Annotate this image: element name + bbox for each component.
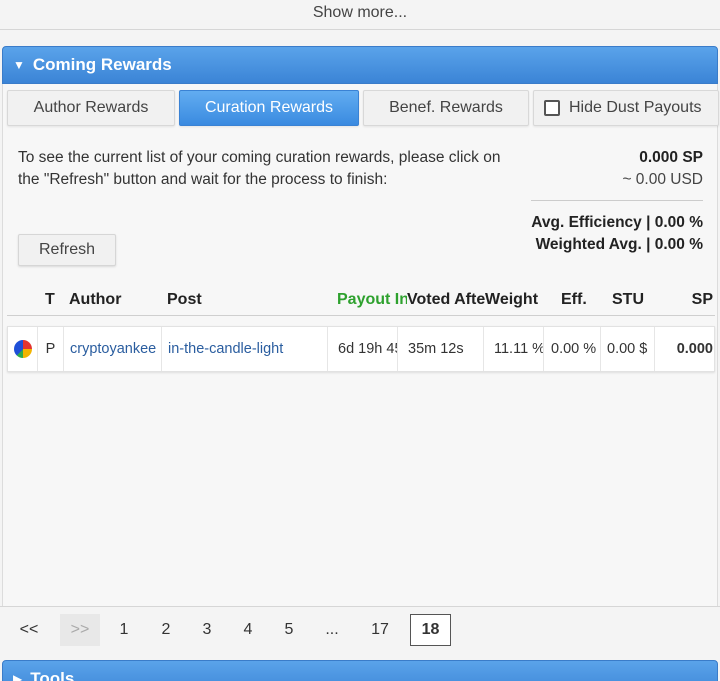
column-header-payout-in[interactable]: Payout In — [337, 284, 407, 315]
page-5[interactable]: 5 — [277, 614, 301, 646]
column-header-voted-after[interactable]: Voted After — [407, 284, 485, 315]
column-header-post[interactable]: Post — [167, 284, 327, 315]
pagination: << >> 1 2 3 4 5 ... 17 18 — [0, 606, 720, 654]
coming-rewards-header[interactable]: ▼ Coming Rewards — [2, 46, 718, 84]
tab-author-rewards[interactable]: Author Rewards — [7, 90, 175, 126]
column-header-author[interactable]: Author — [69, 284, 155, 315]
page-17[interactable]: 17 — [364, 614, 396, 646]
row-payout-in: 6d 19h 45 — [328, 327, 398, 371]
page-3[interactable]: 3 — [195, 614, 219, 646]
hide-dust-checkbox[interactable] — [544, 100, 560, 116]
row-author-link[interactable]: cryptoyankee — [70, 341, 156, 357]
tab-curation-rewards[interactable]: Curation Rewards — [179, 90, 359, 126]
table-header: T Author Post Payout In Voted After Weig… — [7, 284, 715, 316]
page-4[interactable]: 4 — [236, 614, 260, 646]
caret-right-icon: ▶ — [13, 672, 23, 681]
refresh-button[interactable]: Refresh — [18, 234, 116, 266]
row-icon-cell — [8, 327, 38, 371]
page-prev-button[interactable]: << — [10, 614, 48, 646]
page-ellipsis: ... — [325, 621, 339, 638]
coming-rewards-panel: Author Rewards Curation Rewards Benef. R… — [2, 84, 719, 606]
show-more-label: Show more... — [312, 3, 408, 21]
column-header-type[interactable]: T — [45, 284, 59, 315]
row-sp: 0.000 — [676, 341, 713, 357]
tools-title: Tools — [30, 669, 75, 681]
row-post-cell: in-the-candle-light — [162, 327, 328, 371]
page-18-current[interactable]: 18 — [410, 614, 451, 646]
coming-rewards-title: Coming Rewards — [32, 55, 172, 74]
row-weight: 11.11 % — [484, 327, 544, 371]
row-post-link[interactable]: in-the-candle-light — [168, 341, 283, 357]
row-stu: 0.00 $ — [601, 327, 655, 371]
column-header-weight[interactable]: Weight — [485, 284, 547, 315]
total-sp: 0.000 SP — [639, 149, 703, 166]
page-2[interactable]: 2 — [154, 614, 178, 646]
row-eff: 0.00 % — [544, 327, 601, 371]
total-usd: ~ 0.00 USD — [622, 171, 703, 188]
table-row: P cryptoyankee in-the-candle-light 6d 19… — [7, 326, 715, 372]
efficiency-stats: Avg. Efficiency | 0.00 % Weighted Avg. |… — [531, 212, 703, 256]
avg-efficiency: Avg. Efficiency | 0.00 % — [531, 214, 703, 231]
page-next-button[interactable]: >> — [60, 614, 100, 646]
tab-benef-rewards[interactable]: Benef. Rewards — [363, 90, 529, 126]
caret-down-icon: ▼ — [13, 58, 25, 72]
rewards-tabs: Author Rewards Curation Rewards Benef. R… — [7, 90, 719, 126]
row-voted-after: 35m 12s — [398, 327, 484, 371]
page-1[interactable]: 1 — [112, 614, 136, 646]
row-type: P — [38, 327, 64, 371]
column-header-sp[interactable]: SP — [685, 284, 713, 315]
show-more-button[interactable]: Show more... — [0, 0, 720, 30]
totals: 0.000 SP ~ 0.00 USD — [622, 147, 703, 191]
vote-pie-icon — [13, 340, 32, 358]
column-header-eff[interactable]: Eff. — [561, 284, 601, 315]
tools-header[interactable]: ▶ Tools — [2, 660, 718, 681]
hide-dust-label: Hide Dust Payouts — [569, 99, 702, 116]
column-header-stu[interactable]: STU — [612, 284, 652, 315]
instructions-text: To see the current list of your coming c… — [18, 149, 501, 188]
weighted-avg: Weighted Avg. | 0.00 % — [535, 236, 703, 253]
row-author-cell: cryptoyankee — [64, 327, 162, 371]
totals-divider — [531, 200, 703, 201]
hide-dust-toggle[interactable]: Hide Dust Payouts — [533, 90, 719, 126]
